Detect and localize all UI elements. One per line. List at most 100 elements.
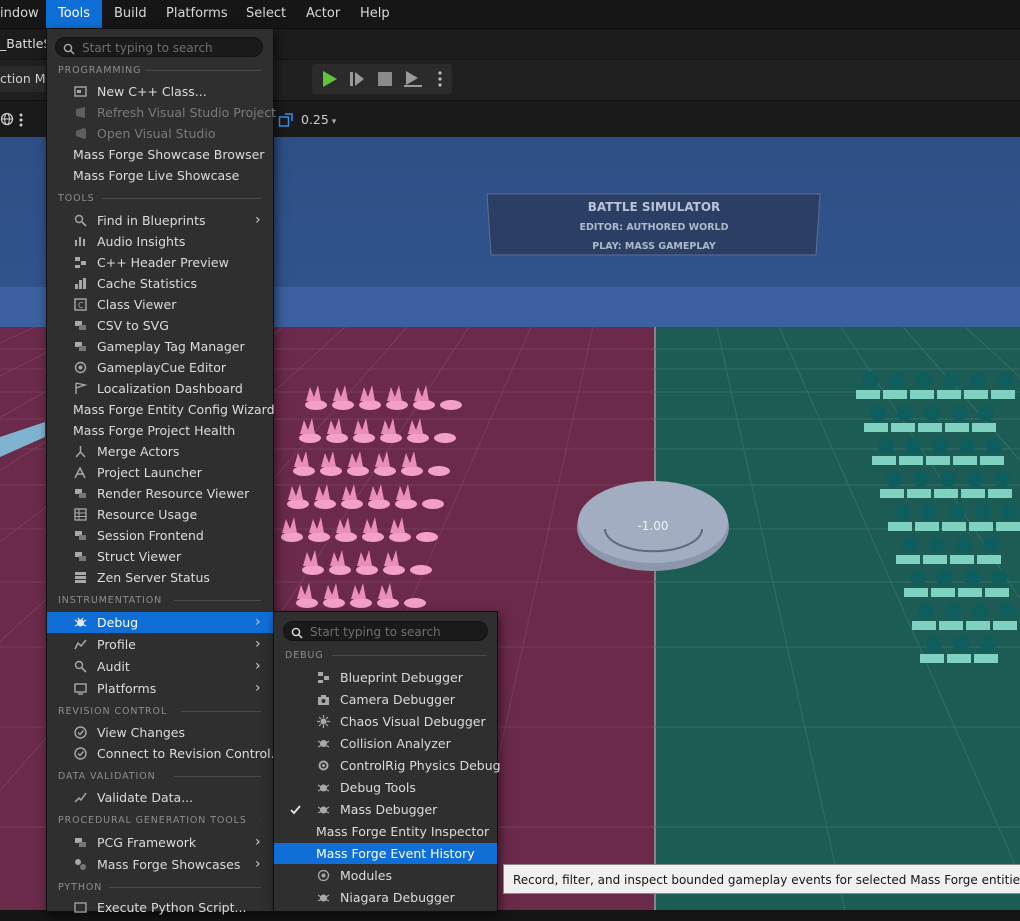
tools-item-mass-forge-entity-config-wizard[interactable]: Mass Forge Entity Config Wizard bbox=[47, 399, 275, 420]
tools-item-mass-forge-showcases[interactable]: Mass Forge Showcases › bbox=[47, 854, 273, 875]
tools-item-session-frontend[interactable]: Session Frontend bbox=[47, 525, 273, 546]
tools-item-render-resource-viewer[interactable]: Render Resource Viewer bbox=[47, 483, 273, 504]
teal-unit-base bbox=[880, 489, 904, 498]
stop-icon[interactable] bbox=[372, 64, 398, 94]
section-header-instrumentation: INSTRUMENTATION bbox=[58, 595, 163, 606]
debug-item-camera-debugger[interactable]: Camera Debugger bbox=[274, 689, 497, 710]
red-unit-base bbox=[281, 532, 303, 542]
pcg-showcases-icon bbox=[73, 857, 88, 872]
tools-item-project-launcher[interactable]: Project Launcher bbox=[47, 462, 273, 483]
red-unit-base bbox=[335, 532, 357, 542]
tools-item-debug[interactable]: Debug › bbox=[47, 612, 273, 633]
tools-item-c-header-preview[interactable]: C++ Header Preview bbox=[47, 252, 273, 273]
tools-item-zen-server-status[interactable]: Zen Server Status bbox=[47, 567, 273, 588]
menu-tools[interactable]: Tools bbox=[46, 0, 102, 28]
section-divider bbox=[181, 711, 261, 712]
scale-snap-icon[interactable] bbox=[278, 112, 294, 131]
teal-unit bbox=[978, 405, 994, 421]
tools-item-cache-statistics[interactable]: Cache Statistics bbox=[47, 273, 273, 294]
tools-item-execute-python-script[interactable]: Execute Python Script... bbox=[47, 897, 273, 918]
tools-item-platforms[interactable]: Platforms › bbox=[47, 678, 273, 699]
section-header-revision: REVISION CONTROL bbox=[58, 706, 168, 717]
eject-icon[interactable] bbox=[400, 64, 426, 94]
teal-unit bbox=[999, 603, 1015, 619]
teal-unit-base bbox=[888, 522, 912, 531]
struct-viewer-icon bbox=[73, 549, 88, 564]
debug-item-controlrig-physics-debug[interactable]: ControlRig Physics Debug bbox=[274, 755, 501, 776]
teal-unit-base bbox=[985, 588, 1009, 597]
menu-actor[interactable]: Actor bbox=[306, 0, 340, 28]
teal-unit-base bbox=[953, 456, 977, 465]
menu-window[interactable]: indow bbox=[0, 0, 40, 28]
teal-unit-base bbox=[972, 423, 996, 432]
menu-select[interactable]: Select bbox=[246, 0, 286, 28]
viewport-options-icon[interactable] bbox=[18, 112, 24, 131]
red-unit-base bbox=[386, 400, 408, 410]
tools-item-csv-to-svg[interactable]: CSV to SVG bbox=[47, 315, 273, 336]
tools-item-new-c-class[interactable]: New C++ Class... bbox=[47, 81, 273, 102]
debug-search-input[interactable]: Start typing to search bbox=[283, 621, 488, 641]
pcg-framework-icon bbox=[73, 835, 88, 850]
advance-frame-icon[interactable] bbox=[344, 64, 370, 94]
tools-item-mass-forge-project-health[interactable]: Mass Forge Project Health bbox=[47, 420, 273, 441]
globe-icon[interactable] bbox=[0, 112, 14, 129]
debug-item-modules[interactable]: Modules bbox=[274, 865, 497, 886]
menu-platforms[interactable]: Platforms bbox=[166, 0, 228, 28]
debug-item-niagara-debugger[interactable]: Niagara Debugger bbox=[274, 887, 497, 908]
menu-item-label: Zen Server Status bbox=[97, 570, 210, 585]
debug-item-mass-debugger[interactable]: Mass Debugger bbox=[274, 799, 497, 820]
tools-item-audit[interactable]: Audit › bbox=[47, 656, 273, 677]
tools-item-mass-forge-showcase-browser[interactable]: Mass Forge Showcase Browser bbox=[47, 144, 273, 165]
tools-item-merge-actors[interactable]: Merge Actors bbox=[47, 441, 273, 462]
red-unit-base bbox=[383, 565, 405, 575]
menu-item-label: New C++ Class... bbox=[97, 84, 207, 99]
menu-help[interactable]: Help bbox=[360, 0, 390, 28]
tools-item-connect-to-revision-control[interactable]: Connect to Revision Control... bbox=[47, 743, 283, 764]
debug-item-mass-forge-event-history[interactable]: Mass Forge Event History bbox=[274, 843, 497, 864]
debug-item-collision-analyzer[interactable]: Collision Analyzer bbox=[274, 733, 497, 754]
red-unit-base bbox=[428, 466, 450, 476]
menu-item-label: Mass Forge Entity Config Wizard bbox=[73, 402, 275, 417]
tools-item-find-in-blueprints[interactable]: Find in Blueprints › bbox=[47, 210, 273, 231]
red-unit-base bbox=[326, 433, 348, 443]
debug-item-mass-forge-entity-inspector[interactable]: Mass Forge Entity Inspector bbox=[274, 821, 497, 842]
teal-unit-base bbox=[966, 621, 990, 630]
play-icon[interactable] bbox=[316, 64, 342, 94]
menu-build[interactable]: Build bbox=[114, 0, 147, 28]
tools-item-resource-usage[interactable]: Resource Usage bbox=[47, 504, 273, 525]
debug-item-chaos-visual-debugger[interactable]: Chaos Visual Debugger bbox=[274, 711, 497, 732]
tools-item-gameplay-tag-manager[interactable]: Gameplay Tag Manager bbox=[47, 336, 273, 357]
play-options-icon[interactable] bbox=[430, 64, 450, 94]
tools-item-audio-insights[interactable]: Audio Insights bbox=[47, 231, 273, 252]
scale-snap-value[interactable]: 0.25 ▾ bbox=[301, 112, 336, 127]
tools-item-class-viewer[interactable]: C Class Viewer bbox=[47, 294, 273, 315]
tools-item-struct-viewer[interactable]: Struct Viewer bbox=[47, 546, 273, 567]
tools-item-validate-data[interactable]: Validate Data... bbox=[47, 787, 273, 808]
teal-unit bbox=[913, 471, 929, 487]
menu-item-label: Cache Statistics bbox=[97, 276, 197, 291]
menu-item-label: Collision Analyzer bbox=[340, 736, 451, 751]
menu-item-label: PCG Framework bbox=[97, 835, 197, 850]
tools-search-input[interactable]: Start typing to search bbox=[55, 37, 263, 57]
tools-item-view-changes[interactable]: View Changes bbox=[47, 722, 273, 743]
tools-item-profile[interactable]: Profile › bbox=[47, 634, 273, 655]
dial-value: -1.00 bbox=[637, 519, 669, 533]
teal-unit-base bbox=[891, 423, 915, 432]
tools-item-pcg-framework[interactable]: PCG Framework › bbox=[47, 832, 273, 853]
tools-item-mass-forge-live-showcase[interactable]: Mass Forge Live Showcase bbox=[47, 165, 273, 186]
teal-unit bbox=[943, 372, 959, 388]
debug-item-debug-tools[interactable]: Debug Tools bbox=[274, 777, 497, 798]
teal-unit bbox=[870, 405, 886, 421]
teal-unit bbox=[894, 504, 910, 520]
section-divider bbox=[332, 655, 487, 656]
red-unit-base bbox=[341, 499, 363, 509]
tools-item-localization-dashboard[interactable]: Localization Dashboard bbox=[47, 378, 273, 399]
debug-submenu: Start typing to search DEBUG Blueprint De… bbox=[273, 611, 501, 912]
chevron-right-icon: › bbox=[255, 212, 261, 228]
teal-unit bbox=[937, 570, 953, 586]
red-unit-base bbox=[329, 565, 351, 575]
debug-item-blueprint-debugger[interactable]: Blueprint Debugger bbox=[274, 667, 497, 688]
tools-item-gameplaycue-editor[interactable]: GameplayCue Editor bbox=[47, 357, 273, 378]
teal-unit-base bbox=[993, 621, 1017, 630]
section-header-python: PYTHON bbox=[58, 882, 103, 893]
